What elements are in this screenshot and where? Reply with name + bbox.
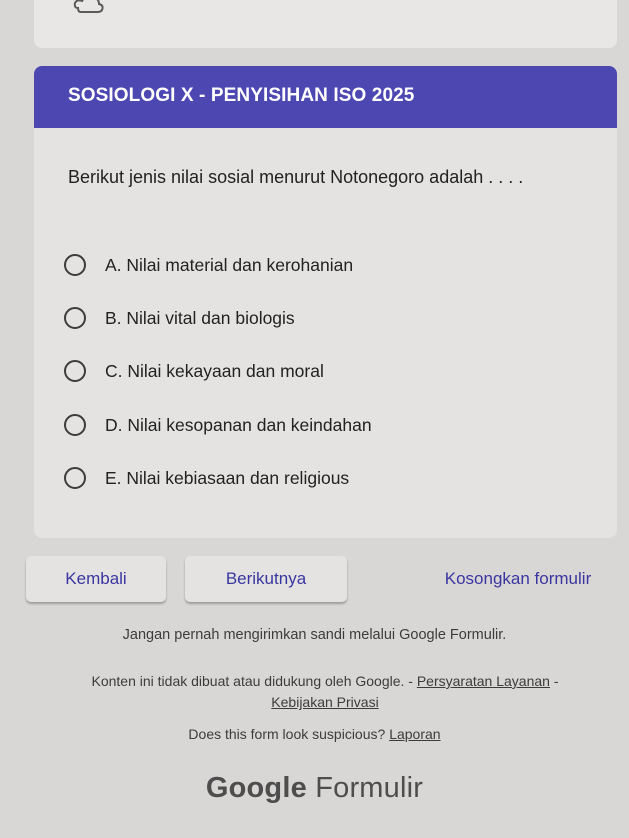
option-e[interactable]: E. Nilai kebiasaan dan religious bbox=[64, 463, 584, 493]
question-text: Berikut jenis nilai sosial menurut Noton… bbox=[68, 167, 524, 187]
back-button[interactable]: Kembali bbox=[26, 556, 166, 602]
brand-forms: Formulir bbox=[315, 772, 424, 804]
form-title: SOSIOLOGI X - PENYISIHAN ISO 2025 bbox=[68, 85, 415, 106]
report-text: Does this form look suspicious? bbox=[188, 726, 386, 742]
footer-report: Does this form look suspicious? Laporan bbox=[0, 726, 629, 742]
option-label: D. Nilai kesopanan dan keindahan bbox=[105, 414, 372, 435]
option-a[interactable]: A. Nilai material dan kerohanian bbox=[64, 250, 584, 280]
question-card: Berikut jenis nilai sosial menurut Noton… bbox=[34, 128, 617, 538]
clear-form-button[interactable]: Kosongkan formulir bbox=[418, 556, 618, 602]
radio-circle-icon[interactable] bbox=[64, 254, 86, 276]
option-d[interactable]: D. Nilai kesopanan dan keindahan bbox=[64, 410, 584, 440]
radio-circle-icon[interactable] bbox=[64, 467, 86, 489]
terms-separator: - bbox=[553, 673, 559, 689]
next-button[interactable]: Berikutnya bbox=[185, 556, 347, 602]
google-forms-logo[interactable]: Google Formulir bbox=[0, 772, 629, 805]
terms-prefix: Konten ini tidak dibuat atau didukung ol… bbox=[91, 673, 413, 689]
password-warning: Jangan pernah mengirimkan sandi melalui … bbox=[122, 627, 507, 643]
radio-circle-icon[interactable] bbox=[64, 414, 86, 436]
option-label: A. Nilai material dan kerohanian bbox=[105, 254, 354, 275]
footer-terms: Konten ini tidak dibuat atau didukung ol… bbox=[60, 671, 590, 713]
terms-link[interactable]: Persyaratan Layanan bbox=[417, 673, 550, 689]
form-header: SOSIOLOGI X - PENYISIHAN ISO 2025 bbox=[34, 66, 617, 128]
option-label: C. Nilai kekayaan dan moral bbox=[105, 360, 324, 381]
cloud-icon bbox=[73, 0, 104, 13]
radio-circle-icon[interactable] bbox=[64, 307, 86, 329]
privacy-link[interactable]: Kebijakan Privasi bbox=[271, 694, 378, 710]
form-page: SOSIOLOGI X - PENYISIHAN ISO 2025 Beriku… bbox=[0, 0, 629, 838]
report-link[interactable]: Laporan bbox=[389, 726, 440, 742]
option-label: E. Nilai kebiasaan dan religious bbox=[105, 467, 350, 488]
option-label: B. Nilai vital dan biologis bbox=[105, 307, 295, 328]
option-b[interactable]: B. Nilai vital dan biologis bbox=[64, 303, 584, 333]
radio-circle-icon[interactable] bbox=[64, 360, 86, 382]
top-card bbox=[34, 0, 617, 48]
brand-google: Google bbox=[205, 772, 307, 804]
option-c[interactable]: C. Nilai kekayaan dan moral bbox=[64, 356, 584, 386]
